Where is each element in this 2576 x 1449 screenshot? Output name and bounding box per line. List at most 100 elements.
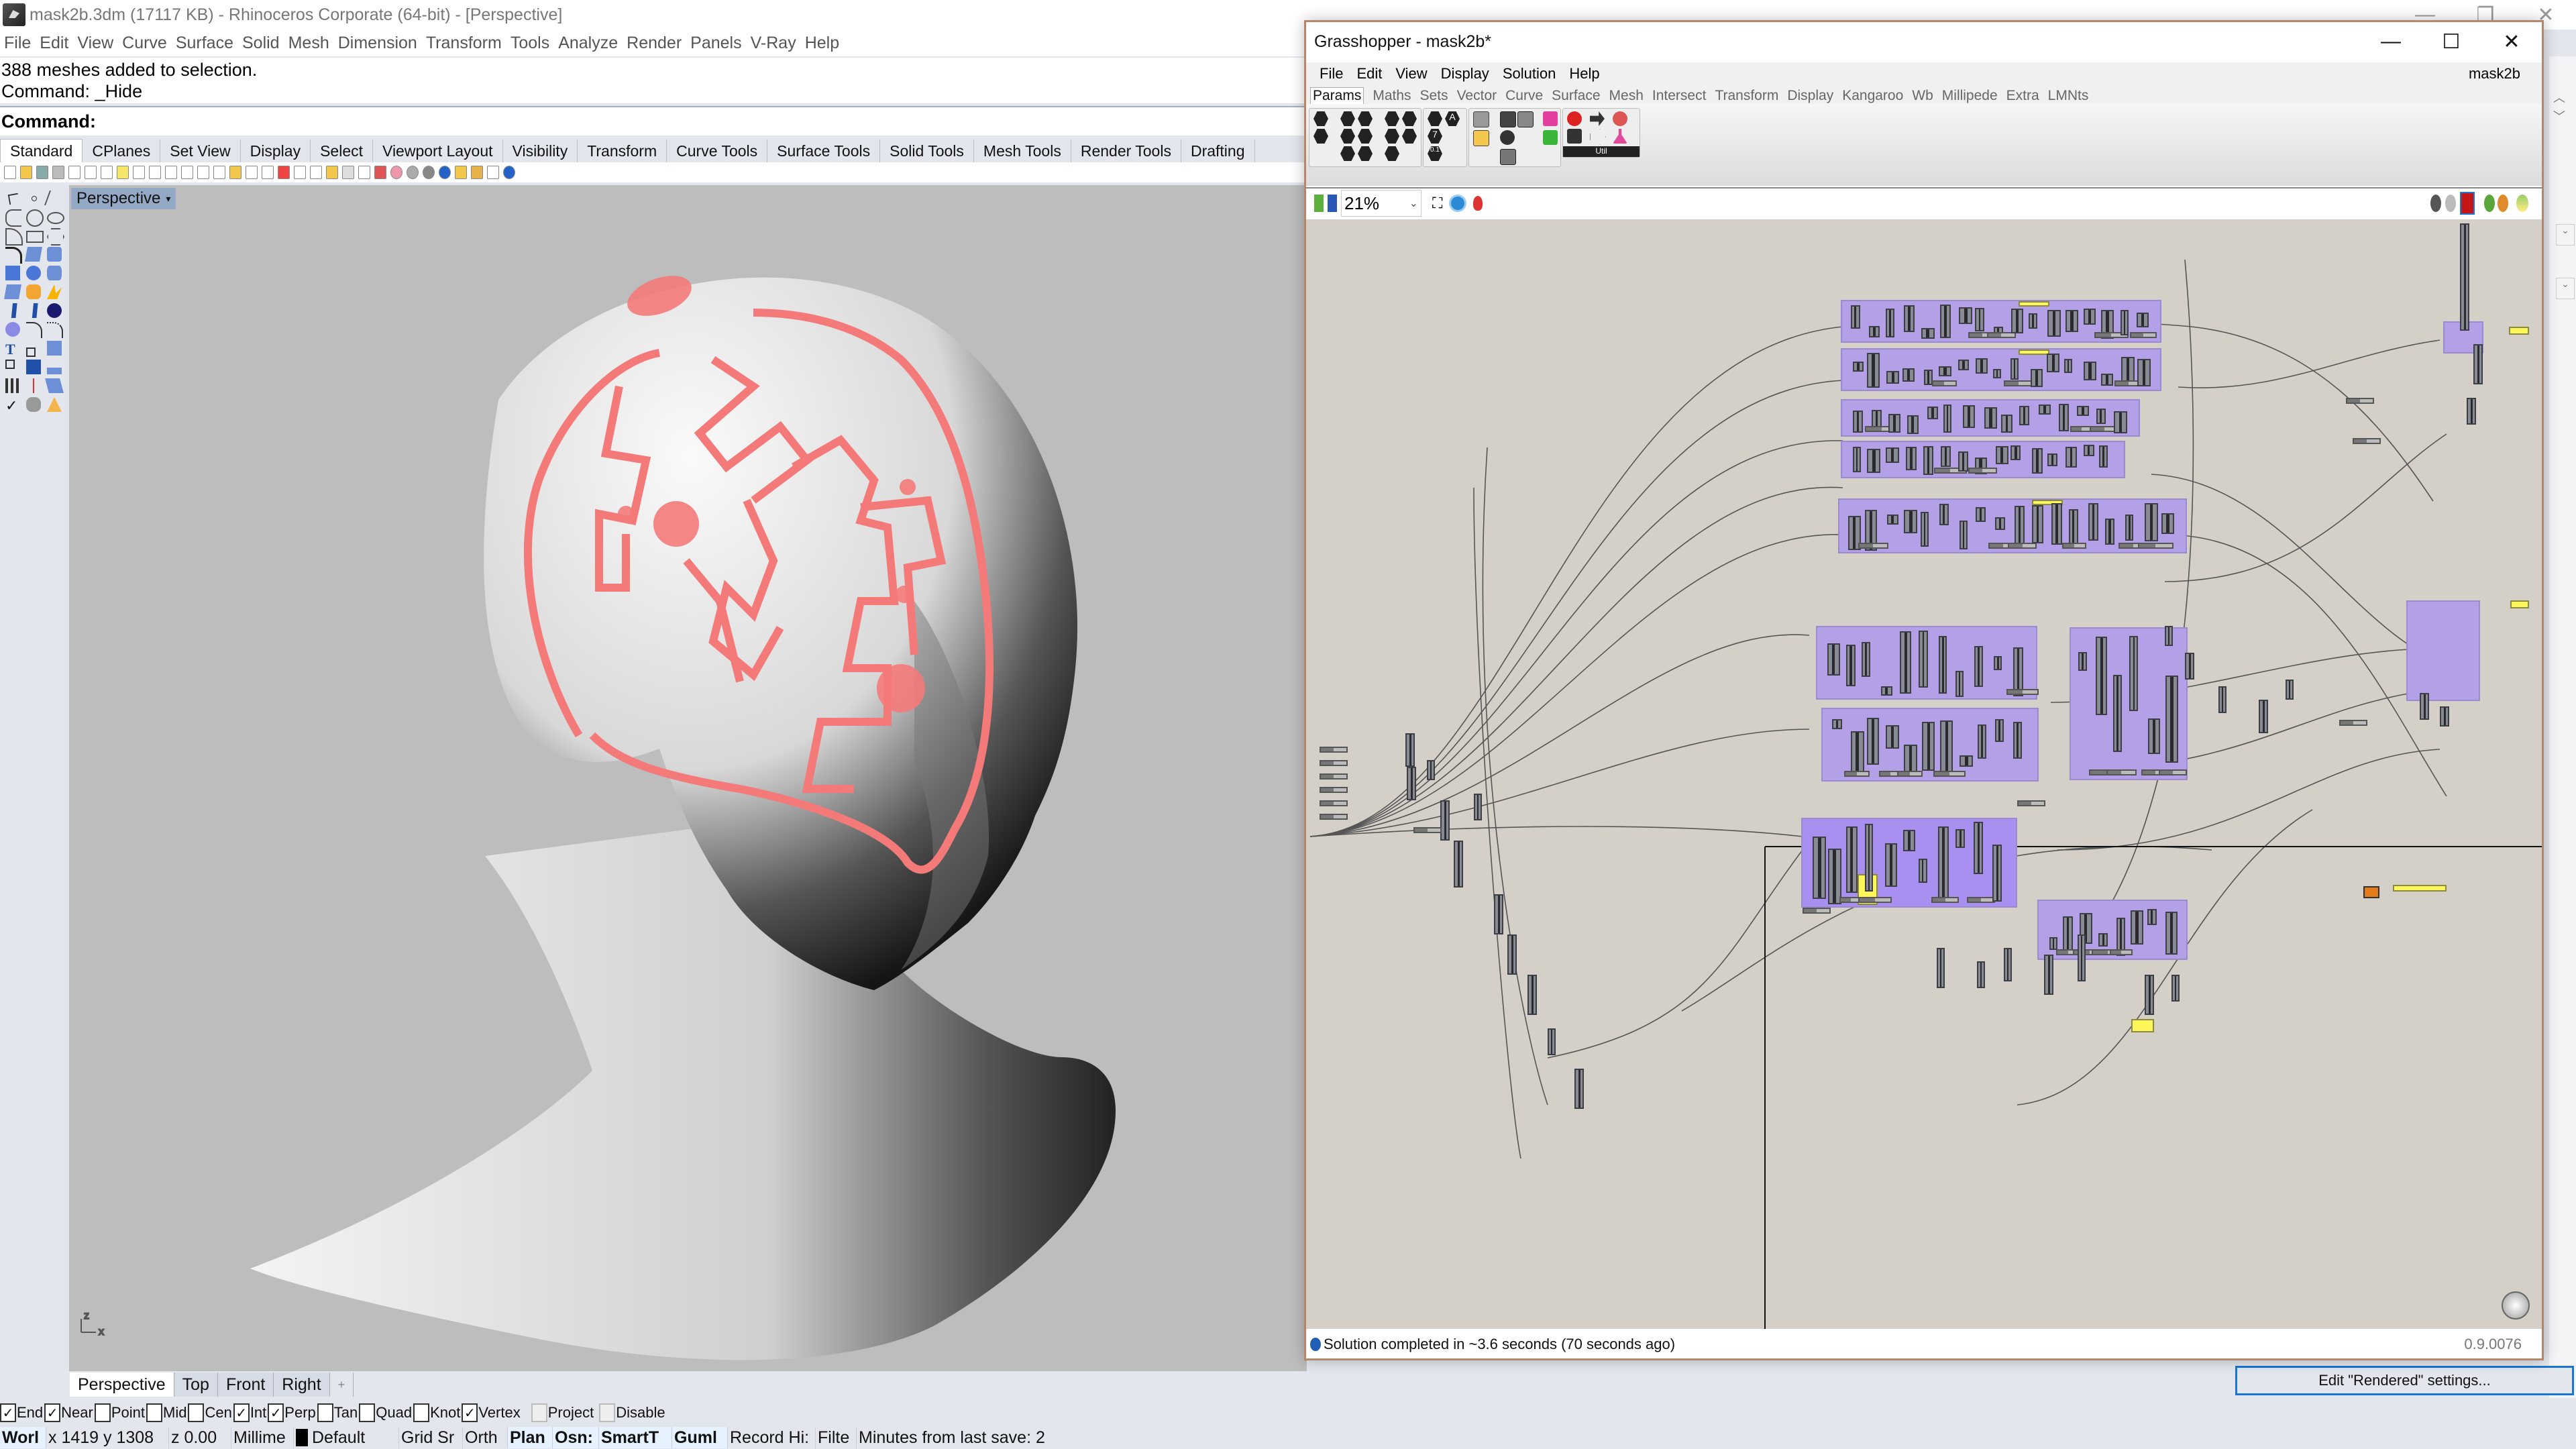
gh-component[interactable]	[1977, 961, 1985, 988]
osnap-tan-checkbox[interactable]	[317, 1403, 333, 1422]
menu-transform[interactable]: Transform	[426, 34, 502, 53]
gh-panel[interactable]	[2019, 350, 2049, 355]
gh-component[interactable]	[1938, 826, 1949, 902]
gh-number-slider[interactable]	[2158, 769, 2187, 775]
menu-surface[interactable]: Surface	[176, 34, 233, 53]
tree-icon[interactable]	[1567, 129, 1582, 144]
gh-component[interactable]	[1962, 405, 1975, 428]
box-icon[interactable]	[5, 266, 20, 280]
gh-component[interactable]	[2049, 937, 2058, 951]
gh-number-slider[interactable]	[2004, 380, 2033, 386]
gh-component[interactable]	[2131, 910, 2143, 945]
gh-component[interactable]	[1918, 858, 1927, 883]
status-units[interactable]: Millime	[231, 1427, 294, 1448]
pyramid-icon[interactable]	[47, 397, 62, 412]
undo-view-icon[interactable]	[246, 166, 258, 179]
gh-tab-extra[interactable]: Extra	[2006, 88, 2039, 104]
status-ortho[interactable]: Orth	[463, 1427, 508, 1448]
osnap-point[interactable]: Point	[94, 1403, 145, 1422]
perspective-viewport[interactable]: zx	[69, 185, 1307, 1371]
gh-component[interactable]	[1974, 645, 1983, 688]
gh-group[interactable]	[2406, 600, 2480, 701]
preview-selected-icon[interactable]	[2460, 192, 2475, 215]
gh-component[interactable]	[2083, 445, 2094, 456]
gh-number-slider[interactable]	[1968, 468, 1997, 474]
car-select-icon[interactable]	[278, 166, 290, 179]
status-record-history[interactable]: Record Hi:	[728, 1427, 816, 1448]
gh-component[interactable]	[2078, 651, 2087, 671]
param-twisted-box-icon[interactable]	[1402, 129, 1417, 144]
gh-component[interactable]	[2083, 309, 2096, 325]
viewport-menu-arrow-icon[interactable]: ▾	[166, 193, 170, 205]
gh-component[interactable]	[2165, 675, 2178, 763]
gh-component[interactable]	[1862, 642, 1870, 677]
gh-component[interactable]	[2063, 359, 2073, 374]
gh-tab-surface[interactable]: Surface	[1552, 88, 1600, 104]
gh-component[interactable]	[1888, 414, 1901, 433]
gh-panel[interactable]	[2019, 301, 2049, 307]
circle-icon[interactable]	[26, 209, 44, 227]
gh-component[interactable]	[2019, 406, 2030, 425]
toolbar-tab-transform[interactable]: Transform	[578, 140, 667, 162]
gh-component[interactable]	[1827, 643, 1840, 676]
gh-component[interactable]	[1494, 894, 1503, 934]
check-icon[interactable]: ✓	[5, 397, 20, 414]
gh-component[interactable]	[1976, 507, 1986, 523]
osnap-knot-checkbox[interactable]	[413, 1403, 430, 1422]
gh-number-slider[interactable]	[2062, 543, 2087, 549]
gh-component[interactable]	[2467, 398, 2476, 425]
text-icon[interactable]: T	[5, 341, 20, 358]
gh-component[interactable]	[1407, 767, 1416, 800]
layer-icon[interactable]	[326, 166, 338, 179]
explode-icon[interactable]	[26, 284, 41, 299]
grid-array-icon[interactable]	[5, 378, 20, 393]
gh-component[interactable]	[2001, 415, 2012, 433]
gh-component[interactable]	[1527, 975, 1537, 1015]
extrude-surface-icon[interactable]	[47, 247, 62, 262]
gh-number-slider[interactable]	[1413, 827, 1442, 833]
toolbar-tab-curve-tools[interactable]: Curve Tools	[667, 140, 768, 162]
status-cplane[interactable]: Worl	[0, 1427, 46, 1448]
gh-tab-display[interactable]: Display	[1787, 88, 1833, 104]
gh-component[interactable]	[2010, 308, 2023, 333]
gh-component[interactable]	[2165, 626, 2173, 646]
osnap-knot[interactable]: Knot	[413, 1403, 460, 1422]
gh-component[interactable]	[2137, 312, 2149, 327]
gh-tab-curve[interactable]: Curve	[1505, 88, 1543, 104]
gh-tab-millipede[interactable]: Millipede	[1942, 88, 1998, 104]
gh-component[interactable]	[1922, 722, 1935, 771]
cut-icon[interactable]	[85, 166, 97, 179]
gh-number-slider[interactable]	[2353, 438, 2381, 444]
gh-component[interactable]	[1992, 368, 2002, 378]
gh-component[interactable]	[2078, 934, 2086, 981]
status-gumball[interactable]: Guml	[672, 1427, 728, 1448]
rendered-sphere-icon[interactable]	[423, 166, 435, 179]
gh-number-slider[interactable]	[1320, 814, 1348, 820]
gh-component[interactable]	[1921, 327, 1935, 339]
gh-component[interactable]	[2218, 686, 2226, 713]
gh-tab-kangaroo[interactable]: Kangaroo	[1842, 88, 1903, 104]
osnap-project-checkbox[interactable]	[531, 1403, 547, 1422]
gh-component[interactable]	[1902, 830, 1916, 851]
gh-component[interactable]	[1845, 826, 1858, 893]
gh-component[interactable]	[2145, 503, 2158, 542]
gh-component[interactable]	[1907, 415, 1919, 434]
gh-number-slider[interactable]	[1967, 897, 1995, 903]
gh-minimize-button[interactable]: —	[2361, 22, 2421, 61]
gh-component[interactable]	[1850, 305, 1860, 329]
preview-wireframe-icon[interactable]	[2430, 195, 2441, 212]
param-mesh-icon[interactable]	[1385, 146, 1399, 161]
preview-settings-icon[interactable]	[2516, 195, 2528, 212]
status-grid-snap[interactable]: Grid Sr	[399, 1427, 463, 1448]
gh-component[interactable]	[2069, 508, 2078, 548]
gh-component[interactable]	[2171, 975, 2180, 1002]
gh-component[interactable]	[1885, 843, 1897, 887]
param-line-icon[interactable]	[1358, 111, 1373, 126]
gh-component[interactable]	[2096, 636, 2108, 715]
gh-menu-help[interactable]: Help	[1569, 65, 1599, 83]
menu-file[interactable]: File	[4, 34, 31, 53]
gh-save-icon[interactable]	[1328, 195, 1337, 212]
gh-component[interactable]	[1959, 307, 1973, 324]
material-sphere-icon[interactable]	[439, 166, 451, 179]
toolbar-tab-select[interactable]: Select	[311, 140, 374, 162]
